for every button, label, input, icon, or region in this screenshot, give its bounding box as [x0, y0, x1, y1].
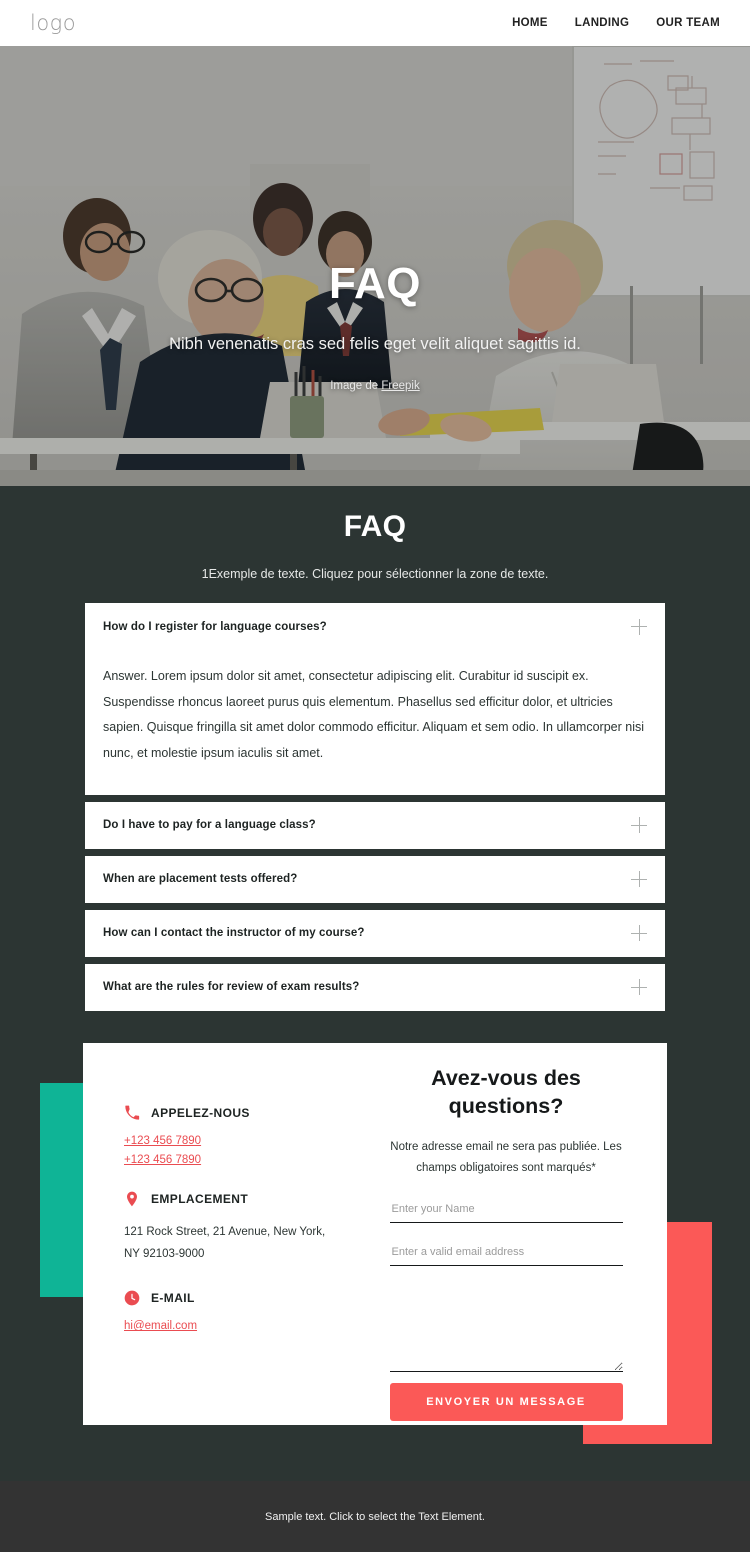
accordion-question-2: Do I have to pay for a language class?: [103, 819, 316, 831]
hero-content: FAQ Nibh venenatis cras sed felis eget v…: [0, 46, 750, 486]
accordion-answer-1: Answer. Lorem ipsum dolor sit amet, cons…: [103, 669, 644, 760]
accordion-question-3: When are placement tests offered?: [103, 873, 298, 885]
accordion-header-1[interactable]: How do I register for language courses?: [85, 603, 665, 650]
email-input[interactable]: [389, 1240, 623, 1266]
accordion-header-4[interactable]: How can I contact the instructor of my c…: [85, 910, 665, 957]
page-root: logo HOME LANDING OUR TEAM FAQ Nibh vene…: [0, 0, 750, 1552]
faq-accordion: How do I register for language courses? …: [85, 603, 665, 1011]
contact-email-title: E-MAIL: [151, 1291, 195, 1306]
accordion-item-5: What are the rules for review of exam re…: [85, 963, 665, 1011]
site-footer: Sample text. Click to select the Text El…: [0, 1481, 750, 1552]
site-logo[interactable]: logo: [30, 11, 76, 35]
faq-subheading: 1Exemple de texte. Cliquez pour sélectio…: [201, 567, 549, 581]
contact-email-link[interactable]: hi@email.com: [124, 1320, 375, 1332]
contact-phone-link-1[interactable]: +123 456 7890: [124, 1135, 375, 1147]
contact-phone-title: APPELEZ-NOUS: [151, 1106, 250, 1120]
clock-circle-icon: [124, 1290, 140, 1306]
accordion-body-1: Answer. Lorem ipsum dolor sit amet, cons…: [85, 650, 665, 795]
plus-icon[interactable]: [631, 925, 647, 941]
nav-item-our-team[interactable]: OUR TEAM: [656, 17, 720, 29]
contact-form-column: Avez-vous des questions? Notre adresse e…: [375, 1043, 667, 1425]
credit-link[interactable]: Freepik: [381, 380, 419, 392]
nav-item-home[interactable]: HOME: [512, 17, 548, 29]
decorative-teal-block: [40, 1083, 85, 1297]
accordion-question-1: How do I register for language courses?: [103, 620, 327, 633]
footer-text[interactable]: Sample text. Click to select the Text El…: [265, 1511, 485, 1523]
accordion-header-2[interactable]: Do I have to pay for a language class?: [85, 802, 665, 849]
contact-location-title: EMPLACEMENT: [151, 1192, 249, 1206]
send-message-button[interactable]: ENVOYER UN MESSAGE: [389, 1382, 623, 1421]
hero-title: FAQ: [329, 259, 421, 308]
contact-location-header: EMPLACEMENT: [124, 1191, 375, 1207]
contact-block-location: EMPLACEMENT 121 Rock Street, 21 Avenue, …: [124, 1191, 375, 1265]
main-navigation: HOME LANDING OUR TEAM: [512, 17, 720, 29]
contact-block-email: E-MAIL hi@email.com: [124, 1290, 375, 1332]
map-pin-icon: [127, 1191, 137, 1207]
accordion-header-5[interactable]: What are the rules for review of exam re…: [85, 964, 665, 1011]
accordion-item-1: How do I register for language courses? …: [85, 603, 665, 795]
accordion-item-2: Do I have to pay for a language class?: [85, 801, 665, 849]
message-textarea[interactable]: [389, 1279, 623, 1372]
contact-block-phone: APPELEZ-NOUS +123 456 7890 +123 456 7890: [124, 1105, 375, 1166]
accordion-item-4: How can I contact the instructor of my c…: [85, 909, 665, 957]
contact-form-title: Avez-vous des questions?: [431, 1066, 581, 1118]
contact-info-column: APPELEZ-NOUS +123 456 7890 +123 456 7890…: [83, 1043, 375, 1425]
contact-phone-link-2[interactable]: +123 456 7890: [124, 1154, 375, 1166]
hero-banner: FAQ Nibh venenatis cras sed felis eget v…: [0, 46, 750, 486]
contact-card: APPELEZ-NOUS +123 456 7890 +123 456 7890…: [83, 1043, 667, 1425]
contact-phone-header: APPELEZ-NOUS: [124, 1105, 375, 1121]
contact-email-header: E-MAIL: [124, 1290, 375, 1306]
contact-form-note: Notre adresse email ne sera pas publiée.…: [390, 1141, 622, 1175]
plus-icon[interactable]: [631, 817, 647, 833]
hero-image-credit: Image de Freepik: [330, 380, 420, 392]
nav-item-landing[interactable]: LANDING: [575, 17, 630, 29]
hero-subtitle: Nibh venenatis cras sed felis eget velit…: [169, 335, 581, 353]
accordion-item-3: When are placement tests offered?: [85, 855, 665, 903]
faq-section: FAQ 1Exemple de texte. Cliquez pour séle…: [0, 486, 750, 1018]
name-input[interactable]: [389, 1197, 623, 1223]
plus-icon[interactable]: [631, 979, 647, 995]
contact-address: 121 Rock Street, 21 Avenue, New York, NY…: [124, 1226, 326, 1261]
faq-heading: FAQ: [343, 510, 407, 543]
plus-icon[interactable]: [631, 618, 647, 635]
site-header: logo HOME LANDING OUR TEAM: [0, 0, 750, 46]
plus-icon[interactable]: [631, 871, 647, 887]
accordion-question-5: What are the rules for review of exam re…: [103, 981, 360, 993]
accordion-question-4: How can I contact the instructor of my c…: [103, 927, 365, 939]
credit-prefix: Image de: [330, 380, 382, 392]
accordion-header-3[interactable]: When are placement tests offered?: [85, 856, 665, 903]
phone-icon: [125, 1105, 140, 1120]
